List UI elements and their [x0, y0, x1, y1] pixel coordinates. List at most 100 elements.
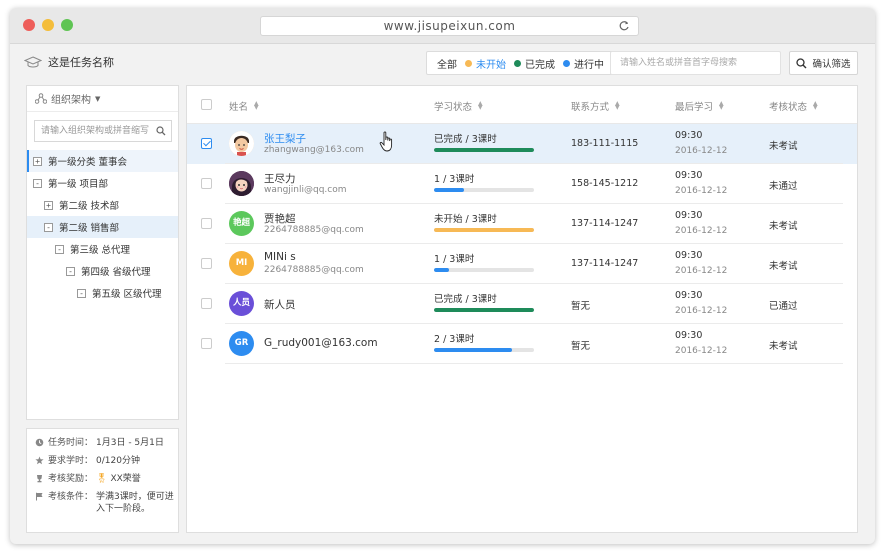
contact-phone: 暂无: [571, 301, 591, 312]
table-row[interactable]: 人员 新人员 已完成 / 3课时 暂无 09:30 2016-12-12 已通过: [187, 284, 857, 324]
org-tree-node[interactable]: - 第五级 区级代理: [27, 282, 178, 304]
sort-icon[interactable]: ▲ ▼: [254, 101, 259, 111]
org-node-label: 第一级 项目部: [48, 179, 109, 190]
info-label: 考核条件：: [48, 492, 94, 502]
row-checkbox[interactable]: [201, 178, 212, 189]
row-checkbox[interactable]: [201, 298, 212, 309]
learner-name[interactable]: 新人员: [264, 297, 296, 312]
task-info-panel: 任务时间： 1月3日 - 5月1日 要求学时： 0/120分钟 考核奖励： 🎖 XX荣誉 考核…: [26, 428, 179, 533]
learner-name[interactable]: G_rudy001@163.com: [264, 337, 378, 349]
column-header[interactable]: 联系方式 ▲ ▼: [571, 99, 620, 114]
close-window-button[interactable]: [23, 19, 35, 31]
row-checkbox[interactable]: [201, 218, 212, 229]
progress-bar: [434, 228, 534, 232]
org-tree-node[interactable]: - 第四级 省级代理: [27, 260, 178, 282]
info-row: 任务时间： 1月3日 - 5月1日: [35, 437, 178, 449]
learner-name[interactable]: 王尽力: [264, 171, 296, 186]
flag-icon: [36, 492, 43, 501]
expand-icon[interactable]: +: [44, 200, 53, 210]
table-row[interactable]: 王尽力 wangjinli@qq.com 1 / 3课时 158-145-1212 09…: [187, 164, 857, 204]
table-row[interactable]: GR G_rudy001@163.com 2 / 3课时 暂无 09:30 2016-12…: [187, 324, 857, 364]
progress-fill: [434, 308, 534, 312]
filter-0[interactable]: 全部: [437, 56, 457, 71]
info-row: 考核条件： 学满3课时，便可进入下一阶段。: [35, 491, 178, 515]
medal-icon: 🎖: [96, 474, 108, 484]
filter-1[interactable]: 未开始: [465, 56, 506, 71]
collapse-icon[interactable]: -: [44, 222, 53, 232]
minimize-window-button[interactable]: [42, 19, 54, 31]
learner-email: 2264788885@qq.com: [264, 265, 364, 275]
sort-icon[interactable]: ▲ ▼: [478, 101, 483, 111]
collapse-icon[interactable]: -: [66, 266, 75, 276]
confirm-filter-button[interactable]: 确认筛选: [789, 51, 858, 75]
info-label: 要求学时：: [48, 456, 94, 466]
search-input[interactable]: 请输入姓名或拼音首字母搜索: [610, 51, 781, 75]
learner-name[interactable]: 张王梨子: [264, 131, 306, 146]
table-row[interactable]: MI MINi s 2264788885@qq.com 1 / 3课时 137-114-…: [187, 244, 857, 284]
row-checkbox[interactable]: [201, 138, 212, 149]
table-row[interactable]: 艳超 贾艳超 2264788885@qq.com 未开始 / 3课时 137-114-1…: [187, 204, 857, 244]
column-header[interactable]: 姓名 ▲ ▼: [229, 99, 259, 114]
progress-fill: [434, 188, 464, 192]
table-header: 姓名 ▲ ▼ 学习状态 ▲ ▼ 联系方式 ▲ ▼ 最后学习 ▲ ▼ 考核状态 ▲ ▼: [187, 86, 857, 124]
info-value: 1月3日 - 5月1日: [96, 438, 164, 448]
row-checkbox[interactable]: [201, 338, 212, 349]
org-dropdown[interactable]: 组织架构 ▼: [27, 86, 178, 112]
org-tree-node[interactable]: - 第三级 总代理: [27, 238, 178, 260]
org-title: 组织架构: [51, 95, 91, 106]
info-label: 考核奖励：: [48, 474, 94, 484]
org-search-placeholder: 请输入组织架构或拼音缩写: [41, 126, 150, 136]
learner-name[interactable]: MINi s: [264, 251, 296, 263]
status-dot-icon: [514, 59, 521, 67]
filter-label: 未开始: [476, 59, 506, 71]
org-search-input[interactable]: 请输入组织架构或拼音缩写: [34, 120, 172, 142]
address-bar[interactable]: www.jisupeixun.com: [260, 16, 639, 36]
info-value: 0/120分钟: [96, 456, 140, 466]
select-all-checkbox[interactable]: [201, 99, 212, 110]
row-checkbox[interactable]: [201, 258, 212, 269]
trophy-icon: [37, 475, 42, 483]
exam-status: 已通过: [769, 301, 798, 312]
avatar: GR: [229, 331, 254, 356]
org-tree-node[interactable]: - 第一级 项目部: [27, 172, 178, 194]
browser-titlebar: www.jisupeixun.com: [10, 8, 875, 44]
contact-phone: 暂无: [571, 341, 591, 352]
maximize-window-button[interactable]: [61, 19, 73, 31]
reload-icon[interactable]: [618, 20, 630, 32]
filter-3[interactable]: 进行中: [563, 56, 604, 71]
expand-icon[interactable]: +: [33, 156, 42, 166]
progress-fill: [434, 348, 512, 352]
org-tree-node[interactable]: + 第一级分类 董事会: [27, 150, 178, 172]
study-status: 1 / 3课时: [434, 254, 475, 265]
collapse-icon[interactable]: -: [33, 178, 42, 188]
page-title: 这是任务名称: [48, 56, 114, 69]
org-node-label: 第四级 省级代理: [81, 267, 151, 278]
info-label: 任务时间：: [48, 438, 94, 448]
status-filter-group: 全部 未开始 已完成 进行中: [426, 51, 615, 75]
exam-status: 未考试: [769, 341, 798, 352]
row-divider: [225, 363, 843, 364]
collapse-icon[interactable]: -: [55, 244, 64, 254]
org-tree-node[interactable]: - 第二级 销售部: [27, 216, 178, 238]
org-tree-node[interactable]: + 第二级 技术部: [27, 194, 178, 216]
column-header-label: 学习状态: [434, 102, 473, 113]
learner-name[interactable]: 贾艳超: [264, 211, 296, 226]
column-header[interactable]: 学习状态 ▲ ▼: [434, 99, 483, 114]
study-status: 1 / 3课时: [434, 174, 475, 185]
column-header-label: 考核状态: [769, 102, 808, 113]
collapse-icon[interactable]: -: [77, 288, 86, 298]
last-study-time: 09:30: [675, 250, 703, 261]
clock-icon: [35, 438, 44, 447]
sort-icon[interactable]: ▲ ▼: [719, 101, 724, 111]
org-node-label: 第二级 销售部: [59, 223, 120, 234]
table-row[interactable]: 张王梨子 zhangwang@163.com 已完成 / 3课时 183-111-11…: [187, 124, 857, 164]
avatar: 艳超: [229, 211, 254, 236]
column-header[interactable]: 考核状态 ▲ ▼: [769, 99, 818, 114]
sort-icon[interactable]: ▲ ▼: [615, 101, 620, 111]
search-icon[interactable]: [156, 126, 166, 136]
filter-label: 全部: [437, 59, 457, 71]
column-header[interactable]: 最后学习 ▲ ▼: [675, 99, 724, 114]
sort-icon[interactable]: ▲ ▼: [813, 101, 818, 111]
filter-2[interactable]: 已完成: [514, 56, 555, 71]
last-study-time: 09:30: [675, 330, 703, 341]
